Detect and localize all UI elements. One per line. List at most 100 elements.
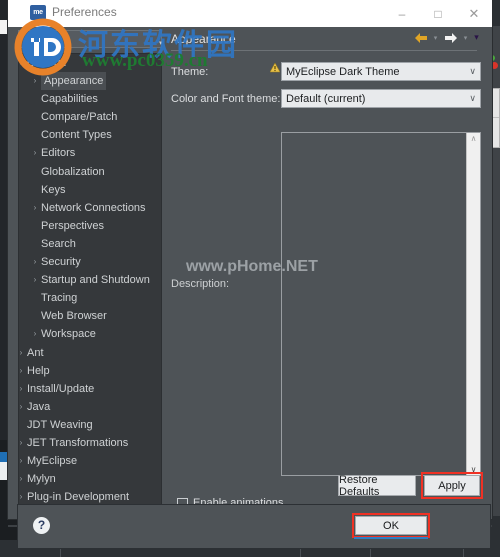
tree-item-label: MyEclipse [27, 455, 78, 468]
tree-item-label: Web Browser [41, 310, 107, 323]
apply-highlight-box [421, 472, 483, 499]
tree-expand-arrow-icon[interactable]: › [19, 452, 26, 470]
tree-item[interactable]: Tracing [19, 289, 161, 307]
tree-item[interactable]: › Network Connections [19, 199, 161, 217]
tree-item-label: Security [41, 256, 81, 269]
tree-expand-arrow-icon[interactable]: › [19, 434, 26, 452]
tree-item[interactable]: › JET Transformations [19, 434, 161, 452]
tree-item-label: Help [27, 364, 50, 377]
tree-expand-arrow-icon[interactable]: › [30, 144, 40, 162]
tree-item[interactable]: › Java [19, 398, 161, 416]
tree-item-label: General [27, 57, 67, 69]
warning-icon [269, 62, 281, 73]
title-separator [171, 50, 477, 51]
tree-item[interactable]: › General [19, 54, 161, 72]
chevron-down-icon: ∨ [469, 93, 476, 103]
tree-item-label: Compare/Patch [41, 111, 118, 124]
tree-expand-arrow-icon[interactable]: › [19, 380, 26, 398]
close-button[interactable]: ✕ [456, 0, 492, 27]
tree-expand-arrow-icon[interactable]: › [19, 398, 26, 416]
tree-expand-arrow-icon[interactable]: › [30, 199, 40, 217]
tree-item[interactable]: Capabilities [19, 90, 161, 108]
background-status-dot-red [491, 62, 498, 69]
tree-item[interactable]: › MyEclipse [19, 452, 161, 470]
chevron-down-icon: ∨ [469, 66, 476, 76]
navigation-toolbar: ▾ ▾ ▾ [412, 29, 481, 46]
theme-select[interactable]: MyEclipse Dark Theme ∨ [281, 62, 481, 81]
tree-item-label: Workspace [41, 328, 96, 341]
theme-label: Theme: [171, 66, 209, 78]
tree-item-label: Editors [41, 147, 76, 160]
color-font-theme-value: Default (current) [286, 92, 366, 105]
myeclipse-icon: me [30, 5, 46, 20]
ok-underline [354, 537, 428, 539]
filter-caret-icon: ▾ [159, 40, 163, 47]
preferences-tree[interactable]: › General › Appearance Capabilities Compare/P… [18, 53, 162, 515]
tree-item-label: Ant [27, 346, 44, 359]
tree-item-label: Mylyn [27, 473, 56, 486]
filter-input[interactable]: ▾ [18, 30, 163, 48]
question-mark-icon[interactable]: ? [33, 517, 50, 534]
scroll-up-icon[interactable]: ∧ [467, 134, 480, 143]
tree-item[interactable]: › Install/Update [19, 380, 161, 398]
dialog-title: Preferences [52, 5, 117, 19]
tree-item[interactable]: › Editors [19, 144, 161, 162]
dialog-footer: ? OK [18, 505, 490, 548]
tree-expand-arrow-icon[interactable]: › [30, 72, 40, 90]
tree-item[interactable]: › Appearance [19, 72, 161, 91]
tree-item[interactable]: Keys [19, 181, 161, 199]
tree-item[interactable]: Perspectives [19, 217, 161, 235]
tree-expand-arrow-icon[interactable]: › [30, 253, 40, 271]
view-menu-caret-icon[interactable]: ▾ [472, 29, 481, 46]
tree-item[interactable]: Content Types [19, 126, 161, 144]
tree-expand-arrow-icon[interactable]: › [19, 344, 26, 362]
restore-defaults-button[interactable]: Restore Defaults [338, 474, 416, 498]
tree-item[interactable]: › Plug-in Development [19, 488, 161, 506]
tree-expand-arrow-icon[interactable]: › [19, 362, 26, 380]
tree-item-label: Install/Update [27, 382, 95, 395]
tree-item[interactable]: › Mylyn [19, 470, 161, 488]
tree-item[interactable]: Compare/Patch [19, 108, 161, 126]
color-font-theme-label: Color and Font theme: [171, 93, 281, 105]
description-textarea[interactable]: ∧ ∨ [281, 132, 481, 476]
back-history-caret-icon[interactable]: ▾ [431, 29, 440, 46]
maximize-button[interactable]: □ [420, 0, 456, 27]
minimize-button[interactable]: – [384, 0, 420, 27]
tree-expand-arrow-icon[interactable]: › [19, 470, 26, 488]
tree-item-label: Plug-in Development [27, 491, 130, 504]
tree-item-label: Network Connections [41, 201, 146, 214]
tree-expand-arrow-icon[interactable]: › [19, 54, 26, 72]
tree-item[interactable]: › Help [19, 362, 161, 380]
color-font-theme-select[interactable]: Default (current) ∨ [281, 89, 481, 108]
preferences-dialog: me Preferences – □ ✕ ▾ › General › Appearan… [8, 0, 492, 530]
tree-item[interactable]: Web Browser [19, 307, 161, 325]
tree-item-label: JDT Weaving [27, 418, 93, 431]
forward-arrow-icon[interactable] [442, 29, 459, 46]
window-controls: – □ ✕ [384, 0, 492, 27]
tree-item[interactable]: › Ant [19, 344, 161, 362]
tree-item-label: Startup and Shutdown [41, 274, 150, 287]
page-title: Appearance [171, 32, 236, 46]
tree-item[interactable]: › Security [19, 253, 161, 271]
tree-item[interactable]: › Workspace [19, 325, 161, 343]
tree-item[interactable]: › Startup and Shutdown [19, 271, 161, 289]
appearance-pane: Theme: MyEclipse Dark Theme ∨ Color and … [171, 57, 481, 525]
forward-history-caret-icon[interactable]: ▾ [461, 29, 470, 46]
theme-value: MyEclipse Dark Theme [286, 65, 400, 78]
tree-item[interactable]: Globalization [19, 163, 161, 181]
back-arrow-icon[interactable] [412, 29, 429, 46]
ok-highlight-box [352, 513, 430, 538]
tree-item-label: Search [41, 237, 76, 250]
description-vertical-scrollbar[interactable]: ∧ ∨ [466, 133, 480, 475]
tree-item[interactable]: JDT Weaving [19, 416, 161, 434]
tree-item-label: Java [27, 400, 51, 413]
tree-expand-arrow-icon[interactable]: › [19, 488, 26, 506]
tree-expand-arrow-icon[interactable]: › [30, 271, 40, 289]
dialog-body: ▾ › General › Appearance Capabilities Compare… [8, 27, 492, 530]
tree-item-label: Globalization [41, 165, 105, 178]
dialog-titlebar[interactable]: me Preferences – □ ✕ [8, 0, 492, 27]
tree-item[interactable]: Search [19, 235, 161, 253]
description-label: Description: [171, 278, 230, 290]
tree-item-label: Capabilities [41, 93, 98, 106]
tree-expand-arrow-icon[interactable]: › [30, 325, 40, 343]
